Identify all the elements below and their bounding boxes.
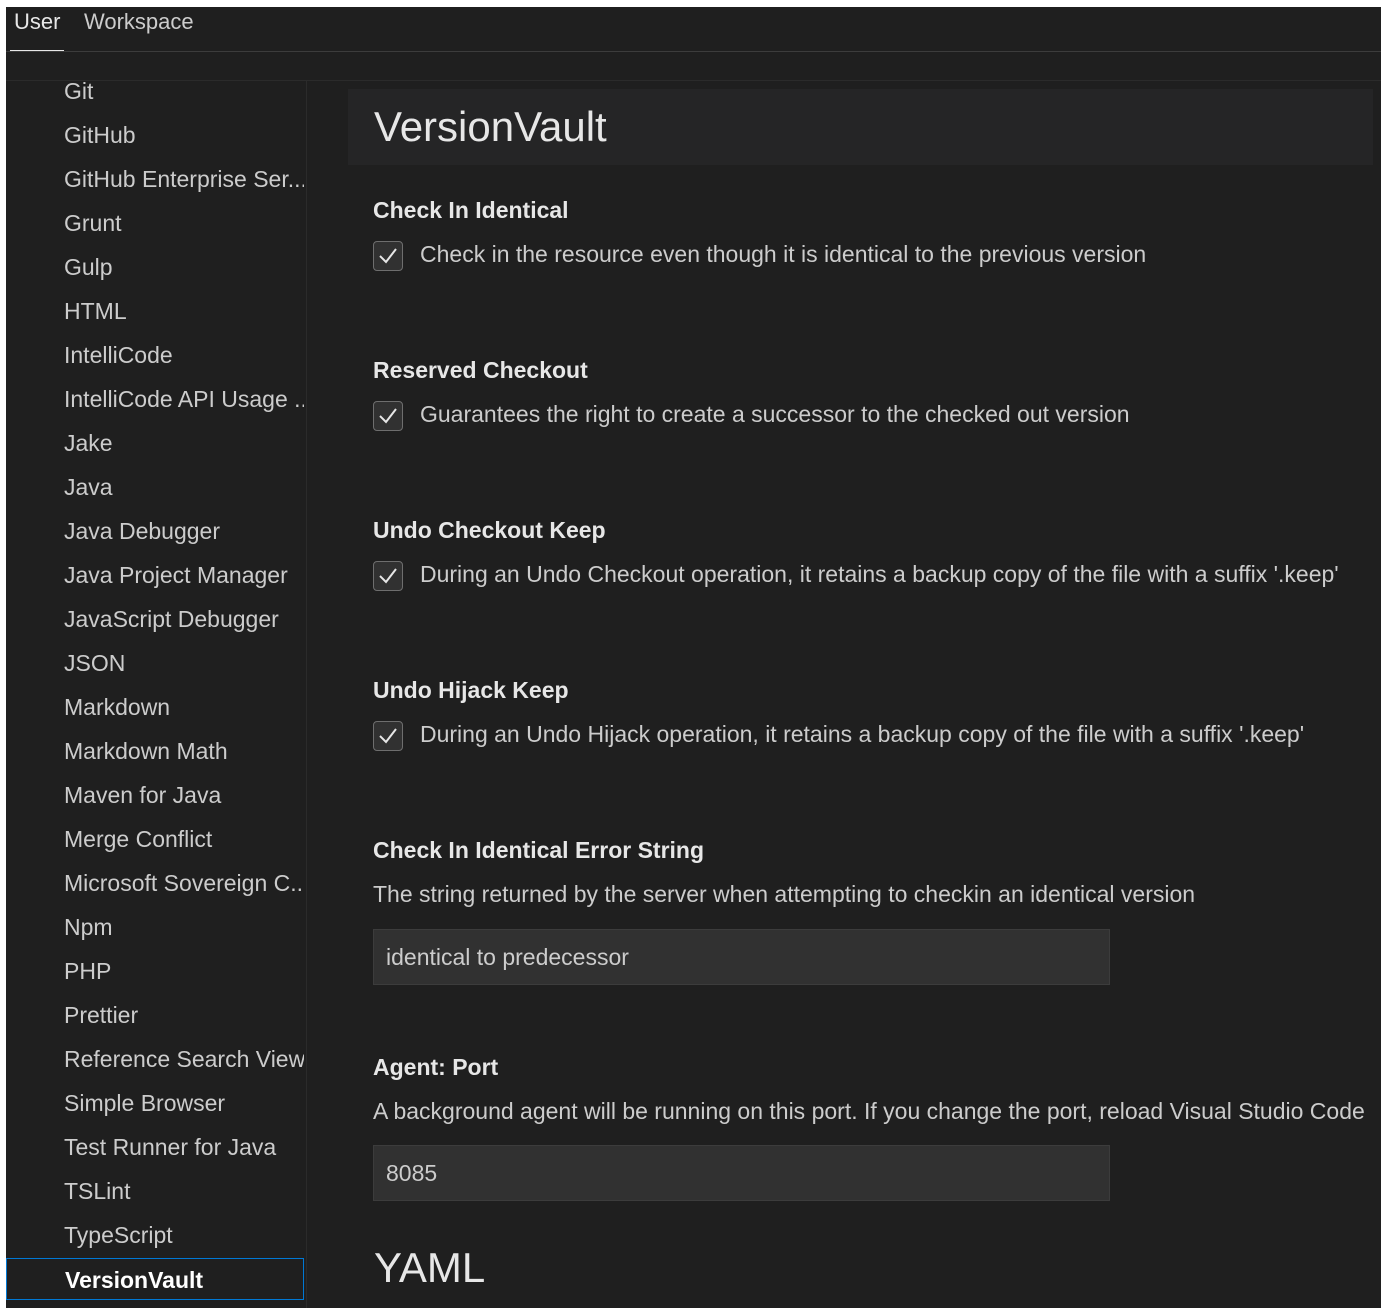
setting-title-check-in-identical-error-string: Check In Identical Error String [373,837,705,863]
settings-toolbar-spacer [6,52,1381,81]
agent-port-input[interactable] [373,1145,1110,1201]
undo-checkout-keep-checkbox[interactable] [373,561,403,591]
setting-title-check-in-identical: Check In Identical [373,197,569,223]
sidebar-item-maven-for-java[interactable]: Maven for Java [6,774,304,816]
tab-workspace[interactable]: Workspace [84,7,194,50]
sidebar-item-reference-search-view[interactable]: Reference Search View [6,1038,304,1080]
sidebar-item-intellicode[interactable]: IntelliCode [6,334,304,376]
sidebar-item-typescript[interactable]: TypeScript [6,1214,304,1256]
sidebar-item-test-runner-for-java[interactable]: Test Runner for Java [6,1126,304,1168]
screen-edge-top [0,0,1381,7]
sidebar-item-tslint[interactable]: TSLint [6,1170,304,1212]
sidebar-item-php[interactable]: PHP [6,950,304,992]
sidebar-item-javascript-debugger[interactable]: JavaScript Debugger [6,598,304,640]
setting-description: Guarantees the right to create a success… [420,401,1130,427]
sidebar-item-github-enterprise[interactable]: GitHub Enterprise Ser... [6,158,304,200]
setting-description: A background agent will be running on th… [373,1098,1365,1124]
sidebar-item-markdown-math[interactable]: Markdown Math [6,730,304,772]
settings-scope-tabs: User Workspace [6,7,1381,52]
check-in-identical-checkbox[interactable] [373,241,403,271]
sidebar-item-jake[interactable]: Jake [6,422,304,464]
sidebar-item-gulp[interactable]: Gulp [6,246,304,288]
error-string-input[interactable] [373,929,1110,985]
settings-toc-sidebar: Git GitHub GitHub Enterprise Ser... Grun… [6,81,307,1308]
setting-description: Check in the resource even though it is … [420,241,1147,267]
section-title: VersionVault [374,103,607,150]
check-icon [379,408,397,424]
setting-title-undo-hijack-keep: Undo Hijack Keep [373,677,569,703]
setting-title-undo-checkout-keep: Undo Checkout Keep [373,517,606,543]
sidebar-item-markdown[interactable]: Markdown [6,686,304,728]
sidebar-item-html[interactable]: HTML [6,290,304,332]
reserved-checkout-checkbox[interactable] [373,401,403,431]
sidebar-item-grunt[interactable]: Grunt [6,202,304,244]
sidebar-item-java[interactable]: Java [6,466,304,508]
sidebar-item-github[interactable]: GitHub [6,114,304,156]
tab-user[interactable]: User [10,7,65,51]
settings-editor: VersionVault Check In Identical Check in… [348,81,1381,1308]
sidebar-item-java-debugger[interactable]: Java Debugger [6,510,304,552]
sidebar-item-git[interactable]: Git [6,81,304,112]
sidebar-item-intellicode-api[interactable]: IntelliCode API Usage ... [6,378,304,420]
setting-description: During an Undo Hijack operation, it reta… [420,721,1305,747]
sidebar-item-versionvault[interactable]: VersionVault [6,1258,304,1300]
check-icon [379,248,397,264]
setting-description: During an Undo Checkout operation, it re… [420,561,1339,587]
setting-title-reserved-checkout: Reserved Checkout [373,357,588,383]
undo-hijack-keep-checkbox[interactable] [373,721,403,751]
setting-description: The string returned by the server when a… [373,881,1196,907]
setting-title-agent-port: Agent: Port [373,1054,499,1080]
sidebar-item-simple-browser[interactable]: Simple Browser [6,1082,304,1124]
sidebar-item-microsoft-sovereign[interactable]: Microsoft Sovereign C... [6,862,304,904]
check-icon [379,568,397,584]
sidebar-item-merge-conflict[interactable]: Merge Conflict [6,818,304,860]
sidebar-item-java-project-manager[interactable]: Java Project Manager [6,554,304,596]
sidebar-item-prettier[interactable]: Prettier [6,994,304,1036]
section-header: VersionVault [348,89,1373,165]
section-title-yaml: YAML [374,1244,486,1291]
sidebar-item-json[interactable]: JSON [6,642,304,684]
check-icon [379,728,397,744]
sidebar-item-npm[interactable]: Npm [6,906,304,948]
